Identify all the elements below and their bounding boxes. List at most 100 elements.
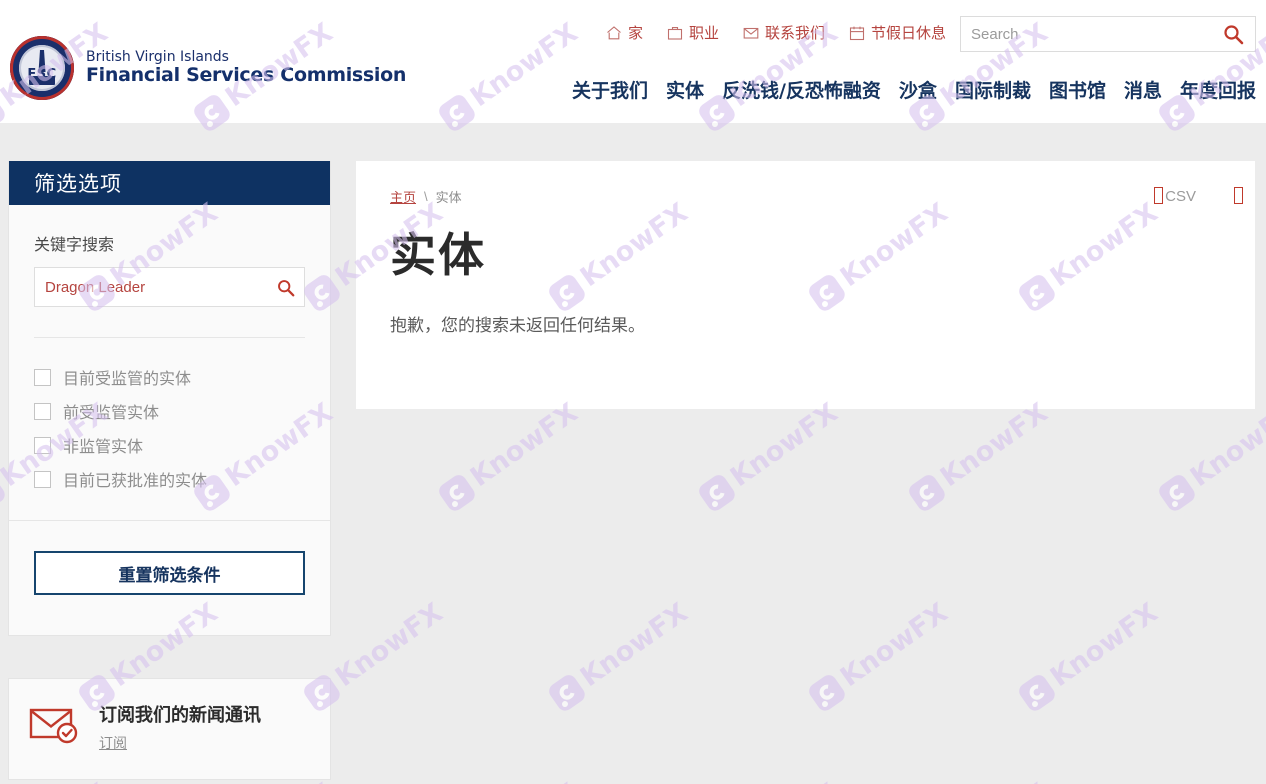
tofu-box-icon: [1234, 187, 1243, 204]
checkbox-icon[interactable]: [34, 436, 51, 454]
watermark-knowfx: KnowFX: [1155, 397, 1266, 514]
mainnav-item-sandbox[interactable]: 沙盒: [899, 76, 937, 103]
fsc-seal-icon: FSC: [10, 36, 74, 100]
newsletter-subscribe-link[interactable]: 订阅: [99, 733, 127, 753]
filter-checkbox-unregulated[interactable]: 非监管实体: [34, 428, 305, 462]
breadcrumb-separator: \: [424, 189, 428, 204]
filter-checkbox-currently-regulated[interactable]: 目前受监管的实体: [34, 360, 305, 394]
watermark-logo-icon: [805, 671, 848, 714]
briefcase-icon: [667, 26, 683, 40]
search-icon: [1224, 25, 1244, 45]
brand-line-1: British Virgin Islands: [86, 49, 229, 66]
mainnav-item-aml-cft[interactable]: 反洗钱/反恐怖融资: [722, 76, 881, 103]
watermark-knowfx: KnowFX: [905, 397, 1053, 514]
watermark-knowfx: KnowFX: [1155, 777, 1266, 784]
export-csv-button[interactable]: CSV: [1154, 187, 1196, 204]
newsletter-title: 订阅我们的新闻通讯: [99, 705, 261, 726]
watermark-logo-icon: [545, 671, 588, 714]
mainnav-item-library[interactable]: 图书馆: [1049, 76, 1106, 103]
watermark-logo-icon: [1155, 471, 1198, 514]
export-csv-label: CSV: [1165, 188, 1196, 205]
search-input[interactable]: [961, 25, 1211, 43]
main-nav: 关于我们 实体 反洗钱/反恐怖融资 沙盒 国际制裁 图书馆 消息 年度回报: [572, 76, 1256, 103]
watermark-logo-icon: [695, 471, 738, 514]
filter-panel-header: 筛选选项: [9, 161, 330, 205]
checkbox-icon[interactable]: [34, 402, 51, 420]
filter-checkbox-currently-approved[interactable]: 目前已获批准的实体: [34, 462, 305, 496]
filter-checkbox-label: 前受监管实体: [63, 405, 160, 422]
watermark-text: KnowFX: [464, 397, 584, 494]
filter-panel-title: 筛选选项: [34, 173, 122, 196]
watermark-logo-icon: [905, 471, 948, 514]
envelope-icon: [743, 27, 759, 39]
newsletter-card: 订阅我们的新闻通讯 订阅: [8, 678, 331, 780]
watermark-knowfx: KnowFX: [805, 597, 953, 714]
filter-panel: 筛选选项 关键字搜索 目前受监: [8, 161, 331, 636]
export-print-button[interactable]: [1234, 187, 1245, 204]
topnav-item-holidays[interactable]: 节假日休息: [849, 22, 946, 43]
topnav-label-home: 家: [627, 25, 643, 42]
mainnav-item-annual-returns[interactable]: 年度回报: [1180, 76, 1256, 103]
breadcrumb-current: 实体: [435, 190, 462, 205]
envelope-check-icon: [29, 705, 81, 750]
watermark-knowfx: KnowFX: [905, 777, 1053, 784]
watermark-text: KnowFX: [1184, 397, 1266, 494]
keyword-search-button[interactable]: [266, 268, 304, 306]
export-actions: CSV: [1154, 187, 1245, 204]
topnav-item-contact[interactable]: 联系我们: [743, 22, 825, 43]
page-title: 实体: [390, 229, 486, 281]
filter-checkbox-label: 目前已获批准的实体: [63, 473, 208, 490]
brand-logo[interactable]: FSC British Virgin Islands Financial Ser…: [10, 36, 406, 100]
watermark-text: KnowFX: [1185, 777, 1266, 784]
topnav-label-holidays: 节假日休息: [870, 25, 946, 42]
watermark-logo-icon: [435, 471, 478, 514]
watermark-logo-icon: [0, 471, 8, 514]
tofu-box-icon: [1154, 187, 1164, 204]
watermark-text: KnowFX: [465, 777, 583, 784]
mainnav-item-entities[interactable]: 实体: [666, 76, 704, 103]
topnav-item-careers[interactable]: 职业: [667, 22, 719, 43]
checkbox-icon[interactable]: [34, 368, 51, 386]
watermark-text: KnowFX: [725, 777, 843, 784]
filter-checkbox-formerly-regulated[interactable]: 前受监管实体: [34, 394, 305, 428]
watermark-knowfx: KnowFX: [695, 397, 843, 514]
watermark-knowfx: KnowFX: [695, 777, 843, 784]
keyword-search-box[interactable]: [34, 267, 305, 307]
watermark-text: KnowFX: [934, 397, 1054, 494]
calendar-icon: [849, 26, 865, 40]
breadcrumb-home-link[interactable]: 主页: [390, 187, 416, 206]
seal-fsc-text: FSC: [27, 67, 57, 82]
mainnav-item-sanctions[interactable]: 国际制裁: [955, 76, 1031, 103]
watermark-knowfx: KnowFX: [435, 397, 583, 514]
watermark-text: KnowFX: [935, 777, 1053, 784]
checkbox-icon[interactable]: [34, 470, 51, 488]
top-utility-nav: 家 职业 联系我们 节假日休息: [606, 22, 946, 43]
mainnav-item-news[interactable]: 消息: [1124, 76, 1162, 103]
watermark-text: KnowFX: [329, 597, 449, 694]
reset-filters-button[interactable]: 重置筛选条件: [34, 551, 305, 595]
filter-checkbox-label: 目前受监管的实体: [63, 371, 192, 388]
content-card: 主页 \ 实体 CSV 实体 抱歉，您的搜索未返回任何结果。: [356, 161, 1255, 409]
mainnav-item-about[interactable]: 关于我们: [572, 76, 648, 103]
no-results-message: 抱歉，您的搜索未返回任何结果。: [390, 316, 645, 336]
watermark-logo-icon: [1015, 671, 1058, 714]
keyword-search-input[interactable]: [35, 278, 266, 296]
watermark-text: KnowFX: [834, 597, 954, 694]
watermark-text: KnowFX: [574, 597, 694, 694]
topnav-label-contact: 联系我们: [764, 25, 825, 42]
watermark-knowfx: KnowFX: [545, 597, 693, 714]
header-search-bar[interactable]: [960, 16, 1256, 52]
breadcrumb: 主页 \ 实体: [390, 187, 1221, 206]
filter-checkbox-list: 目前受监管的实体 前受监管实体 非监管实体 目前已获批准的实体: [34, 338, 305, 520]
brand-line-2: Financial Services Commission: [86, 64, 407, 87]
keyword-search-label: 关键字搜索: [34, 237, 115, 254]
watermark-knowfx: KnowFX: [1015, 597, 1163, 714]
search-button[interactable]: [1211, 17, 1255, 51]
watermark-knowfx: KnowFX: [435, 777, 583, 784]
topnav-item-home[interactable]: 家: [606, 22, 643, 43]
topnav-label-careers: 职业: [688, 25, 719, 42]
site-header: FSC British Virgin Islands Financial Ser…: [0, 0, 1266, 123]
search-icon: [277, 279, 294, 296]
filter-checkbox-label: 非监管实体: [63, 439, 144, 456]
home-icon: [607, 25, 621, 39]
